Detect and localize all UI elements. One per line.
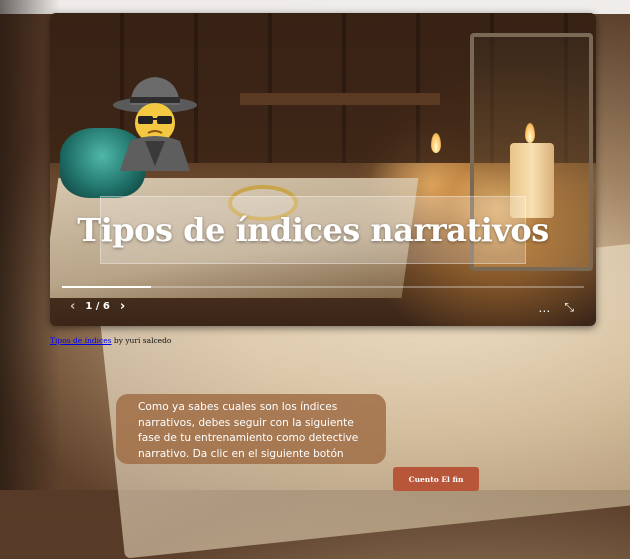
slide-pager: ‹ 1 / 6 › [70, 298, 125, 314]
progress-bar [62, 286, 584, 288]
chevron-right-icon[interactable]: › [120, 299, 125, 314]
candle-flame-small [431, 133, 441, 153]
detective-emoji-icon [113, 77, 197, 171]
instruction-text: Como ya sabes cuales son los índices nar… [138, 401, 359, 460]
cuento-el-fin-button[interactable]: Cuento El fin [393, 467, 479, 491]
slide-title: Tipos de índices narrativos [77, 211, 549, 249]
fullscreen-icon[interactable]: ⤡ [564, 300, 574, 315]
page-counter: 1 / 6 [85, 300, 110, 312]
credit-author: by yuri salcedo [113, 336, 172, 345]
credit-line: Tipos de índices by yuri salcedo [50, 336, 171, 345]
instruction-message: Como ya sabes cuales son los índices nar… [116, 394, 386, 464]
candle-flame [525, 123, 535, 143]
slide-viewer[interactable]: Tipos de índices narrativos ‹ 1 / 6 › … … [50, 13, 596, 326]
more-icon[interactable]: … [538, 301, 550, 315]
slide-controls: … ⤡ [538, 300, 574, 315]
title-box: Tipos de índices narrativos [77, 196, 549, 264]
credit-link[interactable]: Tipos de índices [50, 336, 112, 345]
top-strip [0, 0, 630, 14]
desk-drawer-image [240, 93, 440, 105]
chevron-left-icon[interactable]: ‹ [70, 299, 75, 314]
progress-fill [62, 286, 151, 288]
